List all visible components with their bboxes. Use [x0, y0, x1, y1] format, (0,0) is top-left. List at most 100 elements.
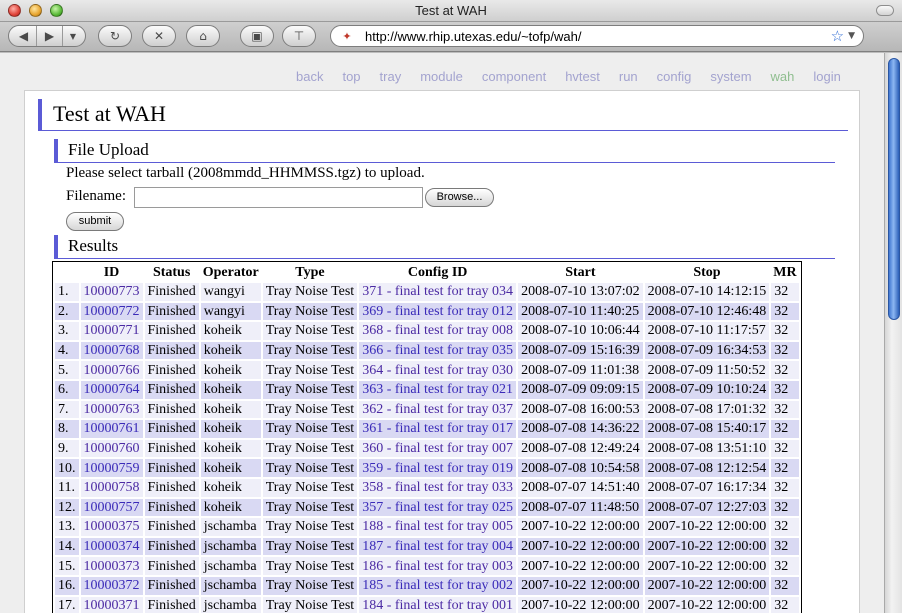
history-dropdown-button[interactable]: ▼ [63, 26, 83, 46]
test-id-link[interactable]: 10000771 [80, 322, 143, 340]
column-header: Stop [693, 264, 721, 280]
stop-icon: ✕ [153, 29, 165, 43]
back-button[interactable]: ◀ [11, 26, 37, 46]
config-id-link[interactable]: 358 - final test for tray 033 [359, 478, 517, 497]
mr-cell: 32 [771, 557, 799, 575]
type-cell: Tray Noise Test [262, 341, 358, 360]
test-id-link[interactable]: 10000761 [80, 420, 143, 438]
vertical-scrollbar[interactable] [884, 53, 902, 613]
table-row: 13. 10000375 Finished jschamba Tray Noise Te… [55, 518, 799, 536]
test-id-link[interactable]: 10000372 [80, 576, 143, 595]
start-cell: 2007-10-22 12:00:00 [518, 518, 643, 536]
page-content: Test at WAH File Upload Please select ta… [24, 90, 860, 613]
test-id-link[interactable]: 10000373 [80, 557, 143, 575]
nav-link-top[interactable]: top [342, 69, 360, 84]
nav-link-hvtest[interactable]: hvtest [565, 69, 600, 84]
row-index: 16. [55, 576, 79, 595]
config-id-link[interactable]: 184 - final test for tray 001 [359, 596, 517, 613]
test-id-link[interactable]: 10000768 [80, 341, 143, 360]
table-row: 14. 10000374 Finished jschamba Tray Noise Te… [55, 537, 799, 556]
nav-link-tray[interactable]: tray [380, 69, 402, 84]
config-id-link[interactable]: 185 - final test for tray 002 [359, 576, 517, 595]
test-id-link[interactable]: 10000758 [80, 478, 143, 497]
stop-cell: 2008-07-08 17:01:32 [644, 400, 770, 419]
config-id-link[interactable]: 361 - final test for tray 017 [359, 420, 517, 438]
start-cell: 2008-07-10 13:07:02 [518, 283, 643, 301]
start-cell: 2007-10-22 12:00:00 [518, 576, 643, 595]
row-index: 5. [55, 361, 79, 379]
nav-link-component[interactable]: component [482, 69, 546, 84]
config-id-link[interactable]: 188 - final test for tray 005 [359, 518, 517, 536]
results-table: ID Status Operator Type Config ID Start Stop MR… [52, 261, 802, 613]
type-cell: Tray Noise Test [262, 283, 358, 301]
config-id-link[interactable]: 371 - final test for tray 034 [359, 283, 517, 301]
test-id-link[interactable]: 10000763 [80, 400, 143, 419]
stop-cell: 2008-07-08 15:40:17 [644, 420, 770, 438]
star-icon[interactable]: ☆ [831, 27, 844, 45]
config-id-link[interactable]: 186 - final test for tray 003 [359, 557, 517, 575]
address-bar[interactable]: ✦ http://www.rhip.utexas.edu/~tofp/wah/ … [330, 25, 864, 47]
config-id-link[interactable]: 364 - final test for tray 030 [359, 361, 517, 379]
status-cell: Finished [144, 400, 199, 419]
browse-button[interactable]: Browse... [425, 188, 494, 207]
scrollbar-thumb[interactable] [888, 58, 900, 320]
table-header-row: ID Status Operator Type Config ID Start Stop MR [55, 264, 799, 281]
config-id-link[interactable]: 368 - final test for tray 008 [359, 322, 517, 340]
home-button[interactable]: ⌂ [186, 25, 220, 47]
test-id-link[interactable]: 10000766 [80, 361, 143, 379]
nav-link-module[interactable]: module [420, 69, 463, 84]
test-id-link[interactable]: 10000757 [80, 498, 143, 517]
url-text[interactable]: http://www.rhip.utexas.edu/~tofp/wah/ [365, 29, 831, 44]
stop-button[interactable]: ✕ [142, 25, 176, 47]
chevron-down-icon: ▼ [69, 31, 77, 41]
browser-toolbar: ◀ ▶ ▼ ↻ ✕ ⌂ ▣ ⊤ ✦ http://www.rhip.utexas… [0, 22, 902, 52]
type-cell: Tray Noise Test [262, 537, 358, 556]
start-cell: 2007-10-22 12:00:00 [518, 596, 643, 613]
stop-cell: 2008-07-10 12:46:48 [644, 302, 770, 321]
filename-field[interactable] [134, 187, 423, 208]
toolbar-toggle-button[interactable] [876, 5, 894, 16]
config-id-link[interactable]: 357 - final test for tray 025 [359, 498, 517, 517]
column-header: Type [295, 264, 325, 280]
config-id-link[interactable]: 369 - final test for tray 012 [359, 302, 517, 321]
nav-link-login[interactable]: login [813, 69, 840, 84]
config-id-link[interactable]: 187 - final test for tray 004 [359, 537, 517, 556]
chevron-down-icon[interactable]: ▼ [848, 31, 855, 41]
test-id-link[interactable]: 10000760 [80, 439, 143, 458]
home-icon: ⌂ [199, 29, 207, 43]
table-row: 11. 10000758 Finished koheik Tray Noise Test… [55, 478, 799, 497]
submit-button[interactable]: submit [66, 212, 124, 231]
nav-link-run[interactable]: run [619, 69, 638, 84]
reload-button[interactable]: ↻ [98, 25, 132, 47]
table-row: 8. 10000761 Finished koheik Tray Noise Test 3… [55, 420, 799, 438]
bookmark-icon: ▣ [251, 29, 263, 43]
status-cell: Finished [144, 498, 199, 517]
bookmarks-button[interactable]: ▣ [240, 25, 274, 47]
nav-link-config[interactable]: config [657, 69, 692, 84]
table-row: 4. 10000768 Finished koheik Tray Noise Test 3… [55, 341, 799, 360]
config-id-link[interactable]: 360 - final test for tray 007 [359, 439, 517, 458]
forward-arrow-icon: ▶ [44, 29, 55, 43]
config-id-link[interactable]: 362 - final test for tray 037 [359, 400, 517, 419]
test-id-link[interactable]: 10000764 [80, 380, 143, 399]
test-id-link[interactable]: 10000375 [80, 518, 143, 536]
config-id-link[interactable]: 363 - final test for tray 021 [359, 380, 517, 399]
forward-button[interactable]: ▶ [37, 26, 63, 46]
test-id-link[interactable]: 10000772 [80, 302, 143, 321]
test-id-link[interactable]: 10000759 [80, 459, 143, 477]
type-cell: Tray Noise Test [262, 459, 358, 477]
nav-link-back[interactable]: back [296, 69, 323, 84]
test-id-link[interactable]: 10000371 [80, 596, 143, 613]
row-index: 15. [55, 557, 79, 575]
start-cell: 2008-07-09 11:01:38 [518, 361, 643, 379]
start-cell: 2008-07-08 10:54:58 [518, 459, 643, 477]
nav-link-wah[interactable]: wah [771, 69, 795, 84]
config-id-link[interactable]: 359 - final test for tray 019 [359, 459, 517, 477]
window-title: Test at WAH [415, 3, 487, 18]
test-id-link[interactable]: 10000374 [80, 537, 143, 556]
test-id-link[interactable]: 10000773 [80, 283, 143, 301]
config-id-link[interactable]: 366 - final test for tray 035 [359, 341, 517, 360]
add-bookmark-button[interactable]: ⊤ [282, 25, 316, 47]
nav-link-system[interactable]: system [710, 69, 751, 84]
table-row: 2. 10000772 Finished wangyi Tray Noise Test 3… [55, 302, 799, 321]
